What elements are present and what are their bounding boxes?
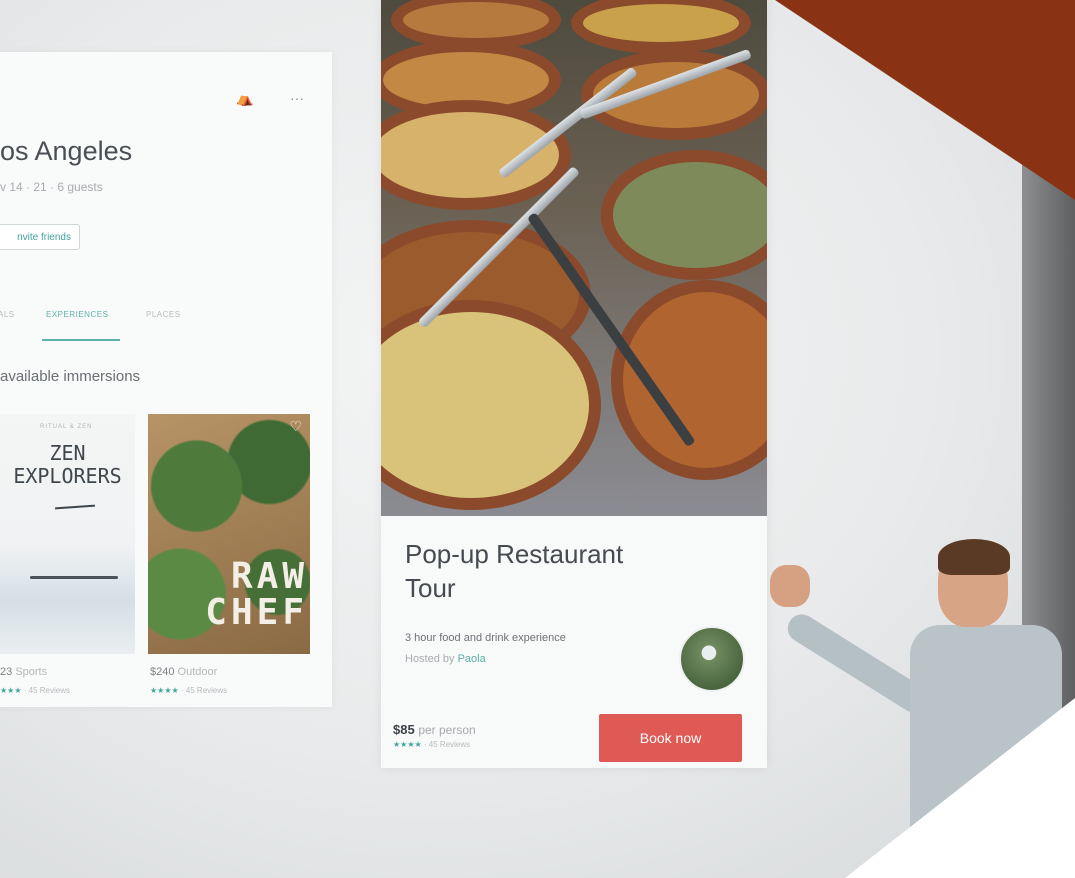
more-dots-icon[interactable]: ···: [290, 90, 304, 106]
tour-title: Pop-up Restaurant Tour: [405, 539, 624, 603]
pin-icon[interactable]: ⛺: [236, 90, 253, 107]
food-photo: [381, 0, 767, 516]
section-title: available immersions: [0, 368, 141, 385]
tab-places[interactable]: PLACES: [146, 310, 181, 319]
presenter-hair: [938, 539, 1010, 575]
trip-title: os Angeles: [0, 136, 133, 166]
card-price: $240 Outdoor: [150, 666, 218, 678]
raw-chef-art-title: RAW CHEF: [205, 556, 308, 633]
tour-rating: ★★★★ · 45 Reviews: [393, 740, 471, 749]
zen-art-title: ZEN EXPLORERS: [13, 441, 122, 488]
presenter-hand: [770, 565, 810, 607]
heart-icon[interactable]: ♡: [289, 418, 302, 435]
trip-dates-guests: v 14 · 21 · 6 guests: [0, 180, 103, 194]
trip-panel: ⛺ ··· os Angeles v 14 · 21 · 6 guests nv…: [0, 52, 332, 707]
tour-host: Hosted by Paola: [405, 653, 486, 665]
experience-card-raw-chef[interactable]: ♡ RAW CHEF: [148, 414, 310, 654]
tour-description: 3 hour food and drink experience: [405, 632, 566, 644]
tour-card: Pop-up Restaurant Tour 3 hour food and d…: [381, 0, 767, 768]
tab-meals[interactable]: ALS: [0, 310, 15, 319]
invite-friends-button[interactable]: nvite friends: [0, 224, 80, 250]
experience-card-zen[interactable]: RITUAL & ZEN ZEN EXPLORERS: [0, 414, 135, 654]
card-rating: ★★★ · 45 Reviews: [0, 686, 70, 695]
host-name-link[interactable]: Paola: [458, 653, 486, 665]
zen-art-boat: [30, 576, 118, 579]
book-now-button[interactable]: Book now: [599, 714, 742, 762]
card-price: 23 Sports: [0, 666, 48, 678]
zen-art-stroke: [54, 504, 96, 510]
active-tab-indicator: [42, 339, 120, 341]
tab-experiences[interactable]: EXPERIENCES: [46, 310, 108, 319]
zen-art-caption: RITUAL & ZEN: [40, 424, 93, 430]
tour-price: $85 per person: [393, 722, 476, 737]
card-rating: ★★★★ · 45 Reviews: [150, 686, 228, 695]
host-avatar[interactable]: [679, 626, 745, 692]
